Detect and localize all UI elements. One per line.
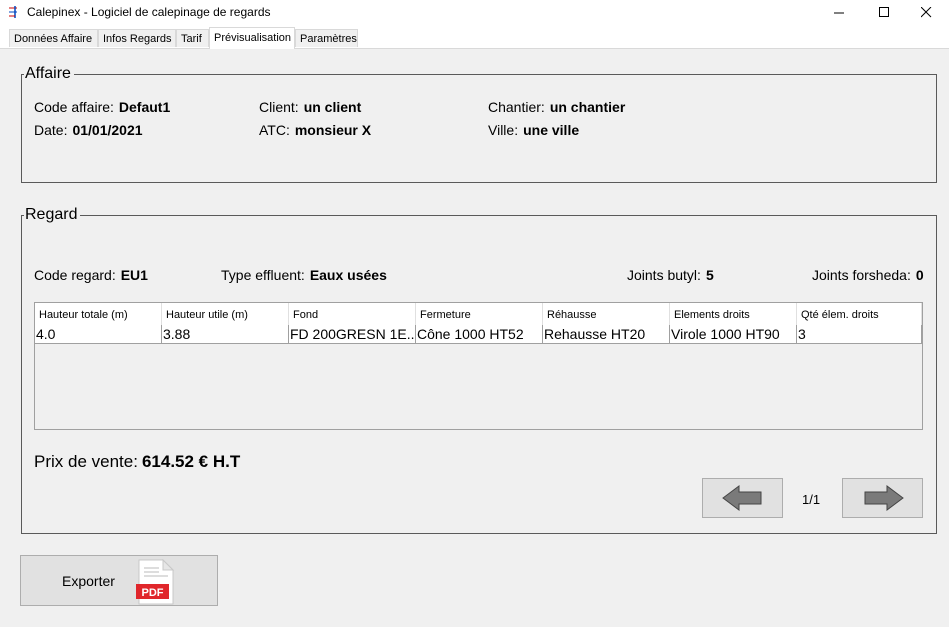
date-field: Date: 01/01/2021	[34, 122, 143, 138]
client-label: Client:	[259, 99, 299, 115]
pdf-icon: PDF	[136, 559, 175, 605]
regard-table[interactable]: Hauteur totale (m) Hauteur utile (m) Fon…	[34, 302, 923, 430]
price-value: 614.52 € H.T	[141, 452, 241, 471]
column-header[interactable]: Hauteur totale (m)	[35, 303, 162, 325]
arrow-right-icon	[864, 485, 904, 511]
ville-field: Ville: une ville	[488, 122, 579, 138]
previous-button[interactable]	[702, 478, 783, 518]
next-button[interactable]	[842, 478, 923, 518]
maximize-icon	[878, 6, 889, 17]
table-cell[interactable]: Virole 1000 HT90	[670, 325, 797, 343]
joints-forsheda-field: Joints forsheda: 0	[812, 267, 924, 283]
code-affaire-value: Defaut1	[118, 99, 171, 115]
regard-legend: Regard	[24, 206, 81, 224]
client-value: un client	[303, 99, 362, 115]
atc-field: ATC: monsieur X	[259, 122, 371, 138]
close-button[interactable]	[903, 0, 949, 24]
client-field: Client: un client	[259, 99, 361, 115]
table-header: Hauteur totale (m) Hauteur utile (m) Fon…	[35, 303, 922, 326]
column-header[interactable]: Réhausse	[543, 303, 670, 325]
date-value: 01/01/2021	[72, 122, 143, 138]
ville-value: une ville	[523, 122, 580, 138]
title-bar: Calepinex - Logiciel de calepinage de re…	[0, 0, 949, 24]
joints-butyl-value: 5	[705, 267, 714, 283]
arrow-left-icon	[721, 485, 761, 511]
tab-divider	[0, 48, 949, 49]
atc-label: ATC:	[259, 122, 290, 138]
atc-value: monsieur X	[294, 122, 372, 138]
ville-label: Ville:	[488, 122, 519, 138]
code-regard-value: EU1	[120, 267, 148, 283]
minimize-icon	[833, 12, 844, 13]
code-affaire-label: Code affaire:	[34, 99, 114, 115]
type-effluent-label: Type effluent:	[221, 267, 305, 283]
app-icon	[9, 6, 17, 18]
column-header[interactable]: Fermeture	[416, 303, 543, 325]
table-cell[interactable]: 3	[797, 325, 922, 343]
joints-butyl-label: Joints butyl:	[627, 267, 701, 283]
maximize-button[interactable]	[861, 0, 907, 24]
code-regard-field: Code regard: EU1	[34, 267, 148, 283]
chantier-field: Chantier: un chantier	[488, 99, 625, 115]
minimize-button[interactable]	[816, 0, 862, 24]
code-affaire-field: Code affaire: Defaut1	[34, 99, 170, 115]
affaire-group	[21, 74, 937, 183]
type-effluent-field: Type effluent: Eaux usées	[221, 267, 387, 283]
price-label: Prix de vente:	[34, 452, 138, 471]
joints-forsheda-value: 0	[915, 267, 924, 283]
column-header[interactable]: Qté élem. droits	[797, 303, 922, 325]
price-field: Prix de vente: 614.52 € H.T	[34, 452, 240, 472]
date-label: Date:	[34, 122, 68, 138]
table-cell[interactable]: Cône 1000 HT52	[416, 325, 543, 343]
column-header[interactable]: Hauteur utile (m)	[162, 303, 289, 325]
export-label: Exporter	[62, 573, 115, 589]
window-title: Calepinex - Logiciel de calepinage de re…	[27, 5, 271, 19]
tab-donnees-affaire[interactable]: Données Affaire	[9, 29, 98, 47]
tab-tarif[interactable]: Tarif	[176, 29, 209, 47]
page-indicator: 1/1	[802, 492, 821, 507]
joints-forsheda-label: Joints forsheda:	[812, 267, 911, 283]
tab-infos-regards[interactable]: Infos Regards	[98, 29, 176, 47]
column-header[interactable]: Fond	[289, 303, 416, 325]
table-cell[interactable]: 3.88	[162, 325, 289, 343]
table-cell[interactable]: FD 200GRESN 1E...	[289, 325, 416, 343]
code-regard-label: Code regard:	[34, 267, 116, 283]
column-header[interactable]: Elements droits	[670, 303, 797, 325]
chantier-value: un chantier	[549, 99, 626, 115]
export-button[interactable]: Exporter PDF	[20, 555, 218, 606]
joints-butyl-field: Joints butyl: 5	[627, 267, 714, 283]
type-effluent-value: Eaux usées	[309, 267, 387, 283]
affaire-legend: Affaire	[24, 65, 74, 83]
chantier-label: Chantier:	[488, 99, 545, 115]
table-cell[interactable]: 4.0	[35, 325, 162, 343]
table-row[interactable]: 4.0 3.88 FD 200GRESN 1E... Cône 1000 HT5…	[35, 325, 922, 344]
close-icon	[920, 6, 931, 17]
tab-previsualisation[interactable]: Prévisualisation	[209, 27, 295, 49]
tab-parametres[interactable]: Paramètres	[295, 29, 358, 47]
table-cell[interactable]: Rehausse HT20	[543, 325, 670, 343]
pdf-icon-label: PDF	[142, 587, 164, 599]
